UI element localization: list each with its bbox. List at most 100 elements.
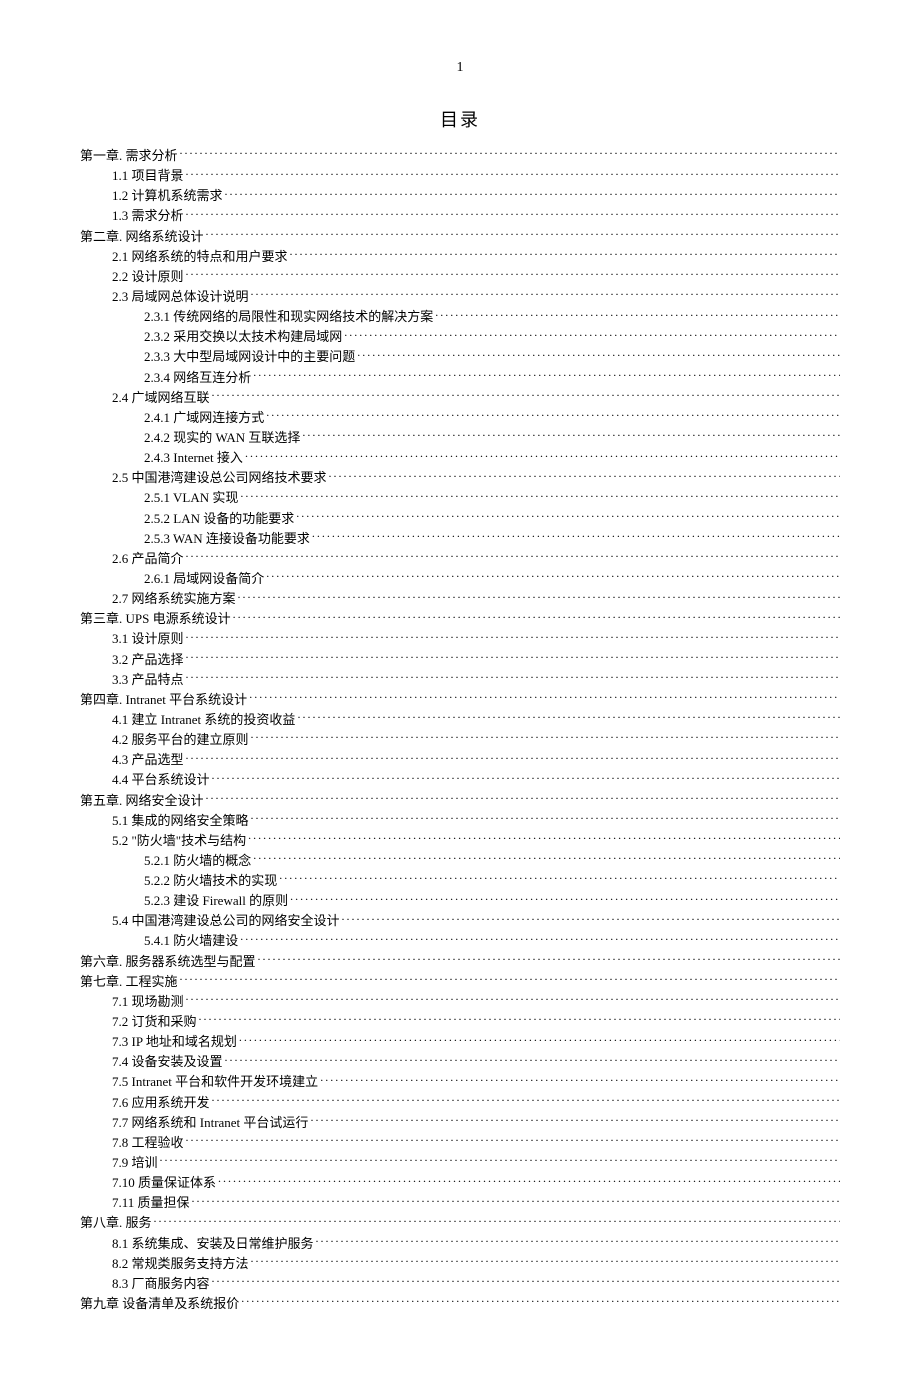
toc-entry-label: 2.5.2 LAN 设备的功能要求 bbox=[144, 509, 294, 529]
toc-entry: 7.5 Intranet 平台和软件开发环境建立 bbox=[80, 1072, 840, 1092]
toc-leader-dots bbox=[249, 691, 840, 704]
toc-entry: 5.2.3 建设 Firewall 的原则 bbox=[80, 891, 840, 911]
toc-leader-dots bbox=[186, 993, 840, 1006]
toc-leader-dots bbox=[186, 1134, 840, 1147]
toc-entry: 2.2 设计原则 bbox=[80, 267, 840, 287]
toc-entry: 2.6 产品简介 bbox=[80, 549, 840, 569]
toc-entry-label: 第九章 设备清单及系统报价 bbox=[80, 1294, 239, 1314]
toc-leader-dots bbox=[320, 1073, 840, 1086]
toc-leader-dots bbox=[240, 932, 840, 945]
toc-entry-label: 第二章. 网络系统设计 bbox=[80, 227, 204, 247]
toc-entry: 5.2 "防火墙"技术与结构 bbox=[80, 831, 840, 851]
toc-entry-label: 7.10 质量保证体系 bbox=[112, 1173, 216, 1193]
toc-entry-label: 7.7 网络系统和 Intranet 平台试运行 bbox=[112, 1113, 308, 1133]
toc-entry-label: 4.2 服务平台的建立原则 bbox=[112, 730, 249, 750]
toc-leader-dots bbox=[248, 832, 840, 845]
toc-entry: 2.4.2 现实的 WAN 互联选择 bbox=[80, 428, 840, 448]
toc-entry-label: 1.2 计算机系统需求 bbox=[112, 186, 223, 206]
toc-entry: 8.2 常规类服务支持方法 bbox=[80, 1254, 840, 1274]
toc-entry: 第九章 设备清单及系统报价 bbox=[80, 1294, 840, 1314]
toc-entry-label: 第四章. Intranet 平台系统设计 bbox=[80, 690, 247, 710]
toc-entry-label: 5.4 中国港湾建设总公司的网络安全设计 bbox=[112, 911, 340, 931]
toc-entry: 2.5.2 LAN 设备的功能要求 bbox=[80, 509, 840, 529]
toc-leader-dots bbox=[251, 731, 840, 744]
toc-entry: 4.2 服务平台的建立原则 bbox=[80, 730, 840, 750]
toc-leader-dots bbox=[218, 1174, 840, 1187]
toc-entry: 第二章. 网络系统设计 bbox=[80, 227, 840, 247]
toc-leader-dots bbox=[186, 671, 840, 684]
toc-entry: 2.1 网络系统的特点和用户要求 bbox=[80, 247, 840, 267]
toc-entry-label: 2.6.1 局域网设备简介 bbox=[144, 569, 264, 589]
toc-leader-dots bbox=[240, 489, 840, 502]
toc-leader-dots bbox=[290, 248, 840, 261]
toc-leader-dots bbox=[316, 1235, 840, 1248]
toc-entry: 7.8 工程验收 bbox=[80, 1133, 840, 1153]
toc-entry: 8.3 厂商服务内容 bbox=[80, 1274, 840, 1294]
toc-leader-dots bbox=[199, 1013, 840, 1026]
toc-entry-label: 2.6 产品简介 bbox=[112, 549, 184, 569]
toc-entry-label: 1.1 项目背景 bbox=[112, 166, 184, 186]
toc-entry: 1.3 需求分析 bbox=[80, 206, 840, 226]
toc-entry: 3.2 产品选择 bbox=[80, 650, 840, 670]
toc-entry-label: 4.4 平台系统设计 bbox=[112, 770, 210, 790]
toc-leader-dots bbox=[310, 1114, 840, 1127]
toc-entry: 第五章. 网络安全设计 bbox=[80, 791, 840, 811]
toc-leader-dots bbox=[186, 167, 840, 180]
toc-leader-dots bbox=[253, 369, 840, 382]
toc-entry: 2.3.4 网络互连分析 bbox=[80, 368, 840, 388]
toc-entry-label: 7.11 质量担保 bbox=[112, 1193, 190, 1213]
toc-entry: 7.3 IP 地址和域名规划 bbox=[80, 1032, 840, 1052]
toc-entry: 8.1 系统集成、安装及日常维护服务 bbox=[80, 1234, 840, 1254]
toc-leader-dots bbox=[186, 651, 840, 664]
toc-entry: 2.4.3 Internet 接入 bbox=[80, 448, 840, 468]
toc-entry: 2.5.1 VLAN 实现 bbox=[80, 488, 840, 508]
toc-entry: 7.1 现场勘测 bbox=[80, 992, 840, 1012]
toc-entry: 5.4.1 防火墙建设 bbox=[80, 931, 840, 951]
toc-entry-label: 8.2 常规类服务支持方法 bbox=[112, 1254, 249, 1274]
toc-leader-dots bbox=[344, 328, 840, 341]
toc-entry-label: 5.2 "防火墙"技术与结构 bbox=[112, 831, 246, 851]
toc-entry: 4.3 产品选型 bbox=[80, 750, 840, 770]
toc-entry: 2.3.1 传统网络的局限性和现实网络技术的解决方案 bbox=[80, 307, 840, 327]
toc-leader-dots bbox=[186, 550, 840, 563]
toc-entry: 3.3 产品特点 bbox=[80, 670, 840, 690]
toc-entry: 2.7 网络系统实施方案 bbox=[80, 589, 840, 609]
toc-entry-label: 2.4.1 广域网连接方式 bbox=[144, 408, 264, 428]
toc-leader-dots bbox=[206, 228, 840, 241]
toc-leader-dots bbox=[212, 1275, 840, 1288]
toc-leader-dots bbox=[251, 1255, 840, 1268]
toc-leader-dots bbox=[342, 912, 840, 925]
toc-entry-label: 2.1 网络系统的特点和用户要求 bbox=[112, 247, 288, 267]
toc-leader-dots bbox=[329, 469, 840, 482]
document-page: 1 目录 第一章. 需求分析1.1 项目背景1.2 计算机系统需求1.3 需求分… bbox=[0, 0, 920, 1394]
toc-entry: 2.4 广域网络互联 bbox=[80, 388, 840, 408]
toc-leader-dots bbox=[312, 530, 840, 543]
toc-entry-label: 2.3.3 大中型局域网设计中的主要问题 bbox=[144, 347, 355, 367]
toc-entry-label: 3.2 产品选择 bbox=[112, 650, 184, 670]
toc-entry-label: 5.4.1 防火墙建设 bbox=[144, 931, 238, 951]
toc-entry-label: 第八章. 服务 bbox=[80, 1213, 152, 1233]
toc-entry: 第七章. 工程实施 bbox=[80, 972, 840, 992]
toc-leader-dots bbox=[296, 510, 840, 523]
toc-entry: 7.4 设备安装及设置 bbox=[80, 1052, 840, 1072]
toc-entry-label: 4.3 产品选型 bbox=[112, 750, 184, 770]
toc-leader-dots bbox=[238, 590, 840, 603]
toc-entry-label: 2.5.3 WAN 连接设备功能要求 bbox=[144, 529, 310, 549]
toc-leader-dots bbox=[435, 308, 840, 321]
toc-entry: 5.2.2 防火墙技术的实现 bbox=[80, 871, 840, 891]
toc-entry-label: 2.4.3 Internet 接入 bbox=[144, 448, 243, 468]
toc-leader-dots bbox=[180, 147, 840, 160]
toc-entry-label: 3.1 设计原则 bbox=[112, 629, 184, 649]
toc-entry: 2.5.3 WAN 连接设备功能要求 bbox=[80, 529, 840, 549]
toc-entry: 7.7 网络系统和 Intranet 平台试运行 bbox=[80, 1113, 840, 1133]
toc-entry-label: 2.3.1 传统网络的局限性和现实网络技术的解决方案 bbox=[144, 307, 433, 327]
toc-entry: 7.2 订货和采购 bbox=[80, 1012, 840, 1032]
toc-leader-dots bbox=[186, 207, 840, 220]
toc-entry-label: 7.2 订货和采购 bbox=[112, 1012, 197, 1032]
toc-entry-label: 7.9 培训 bbox=[112, 1153, 158, 1173]
toc-entry-label: 7.6 应用系统开发 bbox=[112, 1093, 210, 1113]
toc-entry-label: 4.1 建立 Intranet 系统的投资收益 bbox=[112, 710, 295, 730]
toc-leader-dots bbox=[186, 751, 840, 764]
toc-leader-dots bbox=[180, 973, 840, 986]
toc-leader-dots bbox=[266, 570, 840, 583]
